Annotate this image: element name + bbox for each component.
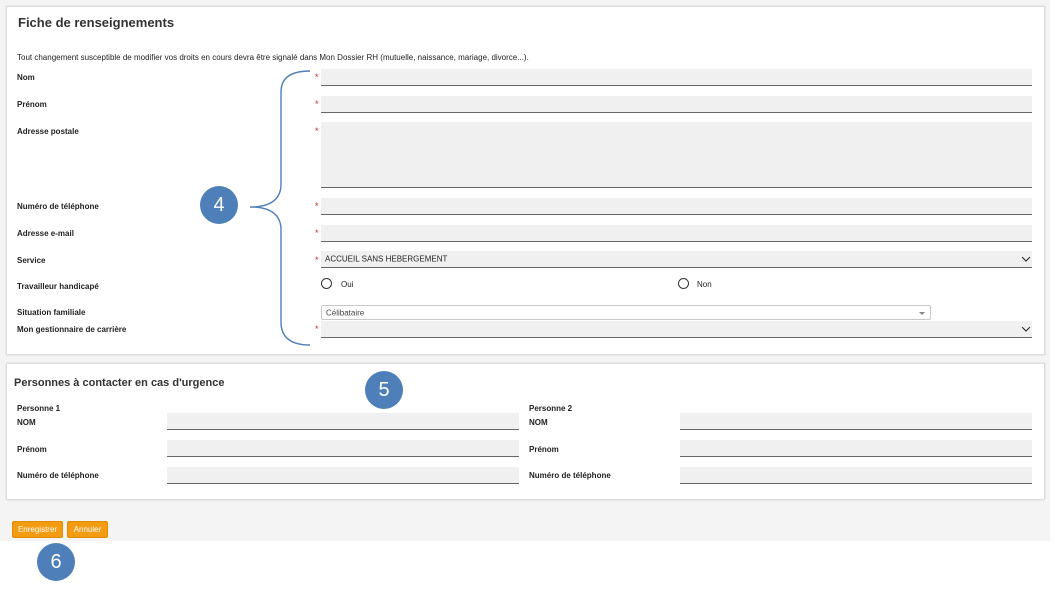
label-travailleur-handicape: Travailleur handicapé (17, 282, 99, 291)
prenom-input[interactable] (321, 96, 1032, 113)
radio-non-label: Non (697, 280, 712, 289)
personne-2-heading: Personne 2 (529, 404, 573, 413)
p2-label-prenom: Prénom (529, 445, 559, 454)
p2-nom-input[interactable] (680, 413, 1032, 430)
save-button[interactable]: Enregistrer (12, 521, 63, 538)
label-situation-familiale: Situation familiale (17, 308, 86, 317)
p1-label-telephone: Numéro de téléphone (17, 471, 99, 480)
radio-oui-label: Oui (341, 280, 354, 289)
callout-6: 6 (37, 543, 75, 581)
p2-label-telephone: Numéro de téléphone (529, 471, 611, 480)
p1-label-nom: NOM (17, 418, 36, 427)
p2-telephone-input[interactable] (680, 467, 1032, 484)
p1-nom-input[interactable] (167, 413, 519, 430)
gestionnaire-carriere-select[interactable] (321, 321, 1032, 338)
required-mark: * (315, 126, 319, 136)
label-service: Service (17, 256, 46, 265)
nom-input[interactable] (321, 69, 1032, 86)
fiche-notice: Tout changement susceptible de modifier … (17, 53, 529, 62)
service-select[interactable]: ACCUEIL SANS HEBERGEMENT (321, 251, 1032, 268)
telephone-input[interactable] (321, 198, 1032, 215)
required-mark: * (315, 324, 319, 334)
p2-label-nom: NOM (529, 418, 548, 427)
required-mark: * (315, 228, 319, 238)
callout-5: 5 (365, 371, 403, 409)
chevron-down-icon (1021, 253, 1031, 262)
p2-prenom-input[interactable] (680, 440, 1032, 457)
p1-label-prenom: Prénom (17, 445, 47, 454)
caret-down-icon (919, 312, 925, 315)
curly-brace-annotation (249, 70, 311, 346)
radio-oui[interactable] (321, 278, 332, 289)
service-selected-value: ACCUEIL SANS HEBERGEMENT (325, 254, 448, 264)
email-input[interactable] (321, 225, 1032, 242)
label-gestionnaire-carriere: Mon gestionnaire de carrière (17, 325, 127, 334)
required-mark: * (315, 99, 319, 109)
chevron-down-icon (1021, 323, 1031, 332)
label-telephone: Numéro de téléphone (17, 202, 99, 211)
required-mark: * (315, 72, 319, 82)
p1-telephone-input[interactable] (167, 467, 519, 484)
p1-prenom-input[interactable] (167, 440, 519, 457)
situation-familiale-select[interactable]: Célibataire (321, 305, 931, 320)
required-mark: * (315, 201, 319, 211)
fiche-title: Fiche de renseignements (18, 15, 175, 30)
radio-non[interactable] (678, 278, 689, 289)
label-prenom: Prénom (17, 100, 47, 109)
label-email: Adresse e-mail (17, 229, 74, 238)
label-adresse-postale: Adresse postale (17, 127, 79, 136)
label-nom: Nom (17, 73, 35, 82)
urgence-title: Personnes à contacter en cas d'urgence (14, 377, 225, 389)
situation-selected-value: Célibataire (326, 308, 365, 317)
cancel-button[interactable]: Annuler (67, 521, 108, 538)
personne-1-heading: Personne 1 (17, 404, 61, 413)
callout-4: 4 (200, 186, 238, 224)
adresse-postale-textarea[interactable] (321, 122, 1032, 188)
required-mark: * (315, 255, 319, 265)
